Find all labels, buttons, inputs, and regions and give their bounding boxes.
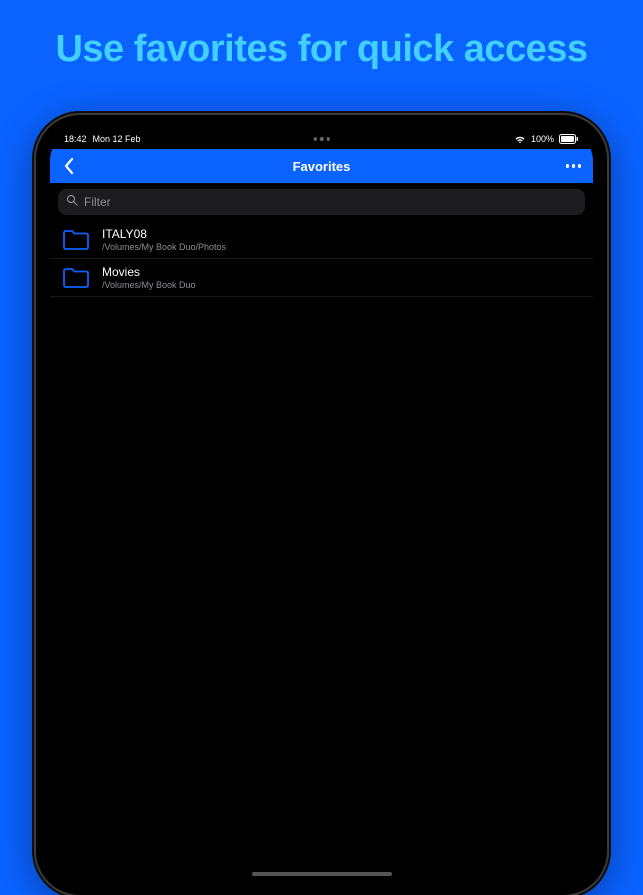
item-path: /Volumes/My Book Duo bbox=[102, 280, 196, 290]
nav-bar: Favorites bbox=[50, 149, 593, 183]
search-field[interactable] bbox=[58, 189, 585, 215]
more-button[interactable] bbox=[566, 164, 582, 168]
item-title: Movies bbox=[102, 265, 196, 279]
item-title: ITALY08 bbox=[102, 227, 226, 241]
device-frame: 18:42 Mon 12 Feb 100% Favorites bbox=[36, 115, 607, 895]
wifi-icon bbox=[514, 135, 526, 144]
battery-percent: 100% bbox=[531, 134, 554, 144]
battery-icon bbox=[559, 134, 579, 144]
item-path: /Volumes/My Book Duo/Photos bbox=[102, 242, 226, 252]
status-bar: 18:42 Mon 12 Feb 100% bbox=[50, 129, 593, 149]
status-date: Mon 12 Feb bbox=[93, 134, 141, 144]
home-indicator[interactable] bbox=[252, 872, 392, 876]
back-button[interactable] bbox=[62, 157, 76, 175]
search-wrap bbox=[50, 183, 593, 221]
folder-icon bbox=[62, 266, 90, 290]
screen: 18:42 Mon 12 Feb 100% Favorites bbox=[50, 129, 593, 881]
nav-title: Favorites bbox=[293, 159, 351, 174]
multitask-dots-icon bbox=[313, 137, 330, 141]
list-item[interactable]: ITALY08 /Volumes/My Book Duo/Photos bbox=[50, 221, 593, 259]
status-time: 18:42 bbox=[64, 134, 87, 144]
promo-headline: Use favorites for quick access bbox=[0, 0, 643, 71]
favorites-list: ITALY08 /Volumes/My Book Duo/Photos Movi… bbox=[50, 221, 593, 297]
search-icon bbox=[66, 193, 78, 211]
filter-input[interactable] bbox=[84, 195, 577, 209]
list-item[interactable]: Movies /Volumes/My Book Duo bbox=[50, 259, 593, 297]
folder-icon bbox=[62, 228, 90, 252]
